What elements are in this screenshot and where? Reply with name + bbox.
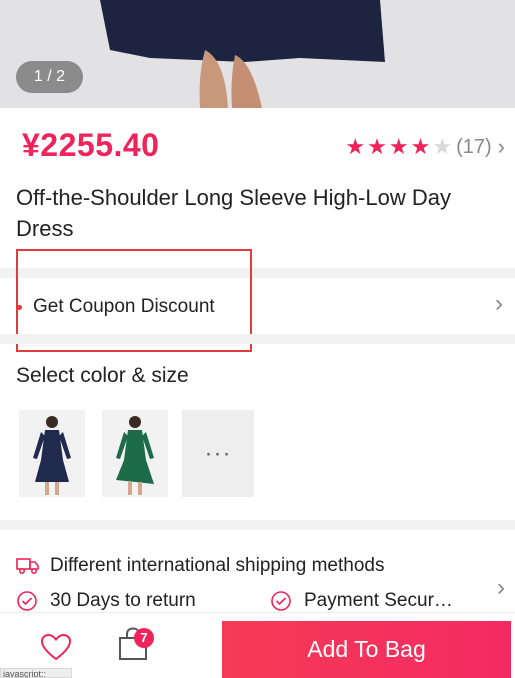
browser-status-text: javascript:; (0, 668, 72, 678)
chevron-right-icon: › (497, 134, 505, 159)
select-color-size-label: Select color & size (16, 364, 189, 387)
check-circle-icon (271, 591, 291, 611)
star-filled-icon: ★ (367, 134, 387, 159)
returns-text: 30 Days to return (50, 590, 196, 611)
chevron-right-icon[interactable]: › (497, 574, 505, 602)
image-counter: 1 / 2 (16, 61, 83, 93)
review-count: (17) (456, 135, 492, 158)
star-filled-icon: ★ (388, 134, 409, 159)
more-variants-button[interactable]: ··· (182, 410, 254, 497)
heart-icon (40, 633, 72, 661)
product-image-gallery[interactable]: 1 / 2 (0, 0, 515, 108)
star-filled-icon: ★ (410, 134, 431, 159)
check-circle-icon (17, 591, 37, 611)
payment-info: Payment Secur… (270, 590, 453, 612)
chevron-right-icon: › (495, 290, 503, 317)
returns-info: 30 Days to return (16, 590, 196, 612)
navy-dress-thumbnail (19, 410, 85, 497)
product-photo (0, 0, 515, 108)
payment-secure-text: Payment Secur… (304, 590, 453, 611)
truck-icon (16, 558, 39, 575)
shipping-info-row[interactable]: Different international shipping methods (16, 555, 384, 577)
star-filled-icon: ★ (345, 134, 366, 159)
section-divider (0, 520, 515, 530)
rating-stars: ★ ★ ★ ★ ★ (345, 136, 452, 158)
variant-thumbnail-green[interactable] (102, 410, 168, 497)
variant-thumbnail-navy[interactable] (19, 410, 85, 497)
add-to-bag-button[interactable]: Add To Bag (222, 621, 511, 678)
section-divider (0, 334, 515, 344)
rating-summary[interactable]: ★ ★ ★ ★ ★ (17) › (345, 134, 505, 160)
product-title: Off-the-Shoulder Long Sleeve High-Low Da… (16, 185, 451, 241)
shipping-methods-text: Different international shipping methods (50, 555, 385, 576)
bag-count-badge: 7 (134, 628, 154, 648)
product-price: ¥2255.40 (22, 127, 160, 163)
wishlist-button[interactable] (36, 629, 76, 665)
green-dress-thumbnail (102, 410, 168, 497)
star-empty-icon: ★ (432, 134, 453, 159)
